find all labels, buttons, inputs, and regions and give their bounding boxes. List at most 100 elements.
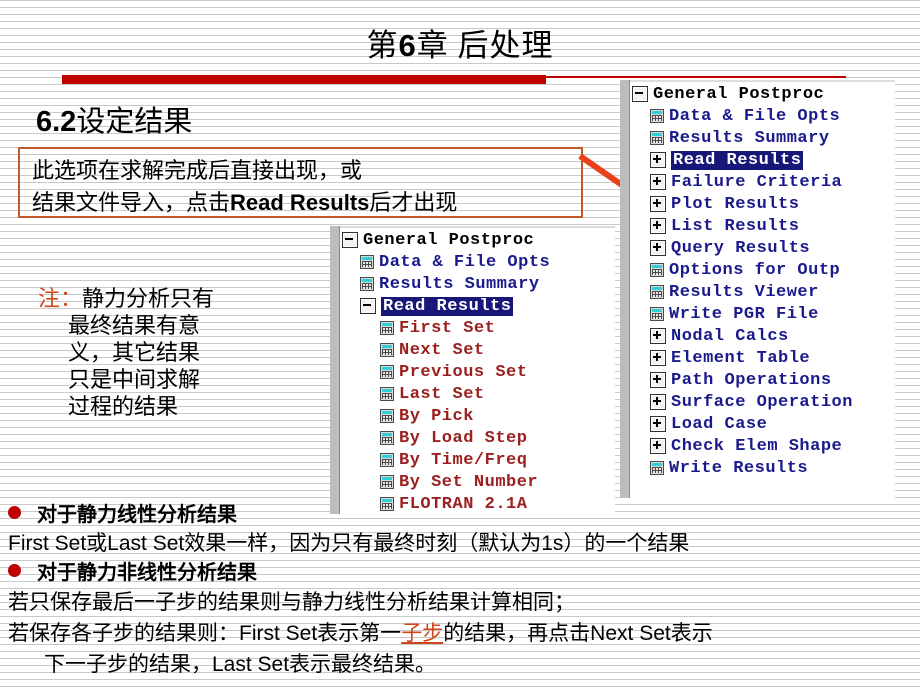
- tree-item[interactable]: Load Case: [632, 413, 893, 435]
- title-suffix: 章 后处理: [416, 28, 554, 63]
- expand-plus-icon[interactable]: [650, 438, 666, 454]
- dialog-icon-grid: [652, 313, 662, 319]
- paragraph-2: 若只保存最后一子步的结果则与静力线性分析结果计算相同；: [8, 586, 918, 616]
- tree-item[interactable]: Results Summary: [342, 273, 613, 295]
- tree-item-label: General Postproc: [363, 230, 535, 250]
- tree-item[interactable]: Query Results: [632, 237, 893, 259]
- paragraph-2-text: 若只保存最后一子步的结果则与静力线性分析结果计算相同；: [8, 590, 575, 614]
- dialog-icon-grid: [382, 415, 392, 421]
- expand-plus-icon[interactable]: [650, 416, 666, 432]
- tree-item[interactable]: Last Set: [342, 383, 613, 405]
- tree-item-label: Results Summary: [379, 274, 540, 294]
- paragraph-3: 若保存各子步的结果则：First Set表示第一子步的结果，再点击Next Se…: [8, 617, 918, 647]
- paragraph-1: First Set或Last Set效果一样，因为只有最终时刻（默认为1s）的一…: [8, 527, 918, 557]
- tree-item-label: Path Operations: [671, 370, 832, 390]
- expand-plus-icon[interactable]: [650, 218, 666, 234]
- collapse-minus-icon[interactable]: [632, 86, 648, 102]
- dialog-icon-grid: [652, 137, 662, 143]
- tree-item[interactable]: Check Elem Shape: [632, 435, 893, 457]
- tree-item-label: Element Table: [671, 348, 811, 368]
- dialog-icon-grid: [652, 467, 662, 473]
- dialog-command-icon: [380, 387, 394, 401]
- section-text: 设定结果: [76, 106, 193, 138]
- expand-plus-icon[interactable]: [650, 350, 666, 366]
- callout-line-2-post: 后才出现: [369, 190, 458, 215]
- expand-plus-icon[interactable]: [650, 196, 666, 212]
- tree-item-list: General Postproc Data & File Opts Results …: [632, 83, 893, 496]
- tree-item[interactable]: General Postproc: [342, 229, 613, 251]
- tree-item[interactable]: Read Results: [342, 295, 613, 317]
- dialog-icon-grid: [382, 481, 392, 487]
- paragraph-3-highlight: 子步: [401, 622, 444, 645]
- tree-item[interactable]: First Set: [342, 317, 613, 339]
- collapse-minus-icon[interactable]: [360, 298, 376, 314]
- general-postproc-tree-collapsed[interactable]: General Postproc Data & File Opts Results …: [620, 80, 895, 498]
- tree-item[interactable]: Nodal Calcs: [632, 325, 893, 347]
- tree-item[interactable]: Element Table: [632, 347, 893, 369]
- tree-item[interactable]: List Results: [632, 215, 893, 237]
- general-postproc-tree-expanded[interactable]: General Postproc Data & File Opts Results …: [330, 226, 615, 514]
- tree-item-label: Write PGR File: [669, 304, 819, 324]
- tree-item-label: Nodal Calcs: [671, 326, 789, 346]
- tree-item[interactable]: Plot Results: [632, 193, 893, 215]
- dialog-command-icon: [380, 321, 394, 335]
- tree-item[interactable]: Read Results: [632, 149, 893, 171]
- tree-item[interactable]: By Set Number: [342, 471, 613, 493]
- tree-item[interactable]: Data & File Opts: [342, 251, 613, 273]
- callout-box: 此选项在求解完成后直接出现，或 结果文件导入，点击Read Results后才出…: [18, 147, 583, 218]
- tree-item[interactable]: Next Set: [342, 339, 613, 361]
- dialog-icon-grid: [382, 459, 392, 465]
- dialog-icon-titlebar: [382, 345, 392, 348]
- expand-plus-icon[interactable]: [650, 394, 666, 410]
- dialog-command-icon: [650, 131, 664, 145]
- tree-item[interactable]: Surface Operation: [632, 391, 893, 413]
- tree-item-label: Plot Results: [671, 194, 800, 214]
- tree-item-label: Results Summary: [669, 128, 830, 148]
- dialog-icon-titlebar: [382, 455, 392, 458]
- tree-item[interactable]: Results Summary: [632, 127, 893, 149]
- dialog-icon-titlebar: [382, 389, 392, 392]
- dialog-icon-titlebar: [382, 323, 392, 326]
- tree-scrollbar[interactable]: [330, 226, 340, 514]
- tree-item-label: Failure Criteria: [671, 172, 843, 192]
- tree-item-label: General Postproc: [653, 84, 825, 104]
- expand-plus-icon[interactable]: [650, 240, 666, 256]
- tree-scrollbar[interactable]: [620, 80, 630, 498]
- dialog-command-icon: [380, 409, 394, 423]
- dialog-command-icon: [380, 431, 394, 445]
- collapse-minus-icon[interactable]: [342, 232, 358, 248]
- paragraph-3-part-b: 的结果，再点击Next Set表示: [443, 622, 713, 645]
- panel-top-edge: [330, 226, 615, 228]
- expand-plus-icon[interactable]: [650, 174, 666, 190]
- tree-item[interactable]: Failure Criteria: [632, 171, 893, 193]
- expand-plus-icon[interactable]: [650, 328, 666, 344]
- title-number: 6: [398, 28, 417, 63]
- expand-plus-icon[interactable]: [650, 372, 666, 388]
- callout-read-results: Read Results: [230, 190, 370, 215]
- dialog-icon-titlebar: [382, 411, 392, 414]
- dialog-icon-titlebar: [382, 433, 392, 436]
- tree-item[interactable]: Options for Outp: [632, 259, 893, 281]
- note-mark: 注：: [38, 286, 83, 311]
- tree-item-label: Check Elem Shape: [671, 436, 843, 456]
- tree-item[interactable]: General Postproc: [632, 83, 893, 105]
- tree-item[interactable]: By Time/Freq: [342, 449, 613, 471]
- tree-item-label: Last Set: [399, 384, 485, 404]
- title-rule-thick: [62, 75, 546, 84]
- tree-item-label: Options for Outp: [669, 260, 841, 280]
- tree-item[interactable]: Data & File Opts: [632, 105, 893, 127]
- tree-item[interactable]: Write Results: [632, 457, 893, 479]
- expand-plus-icon[interactable]: [650, 152, 666, 168]
- tree-item[interactable]: By Pick: [342, 405, 613, 427]
- tree-item[interactable]: Write PGR File: [632, 303, 893, 325]
- dialog-icon-grid: [382, 437, 392, 443]
- tree-item[interactable]: Path Operations: [632, 369, 893, 391]
- tree-item[interactable]: Previous Set: [342, 361, 613, 383]
- dialog-icon-titlebar: [362, 257, 372, 260]
- tree-item[interactable]: By Load Step: [342, 427, 613, 449]
- tree-item-label: Read Results: [671, 150, 804, 170]
- tree-item-label: Results Viewer: [669, 282, 819, 302]
- tree-item[interactable]: Results Viewer: [632, 281, 893, 303]
- tree-item-label: Data & File Opts: [669, 106, 841, 126]
- dialog-icon-grid: [382, 349, 392, 355]
